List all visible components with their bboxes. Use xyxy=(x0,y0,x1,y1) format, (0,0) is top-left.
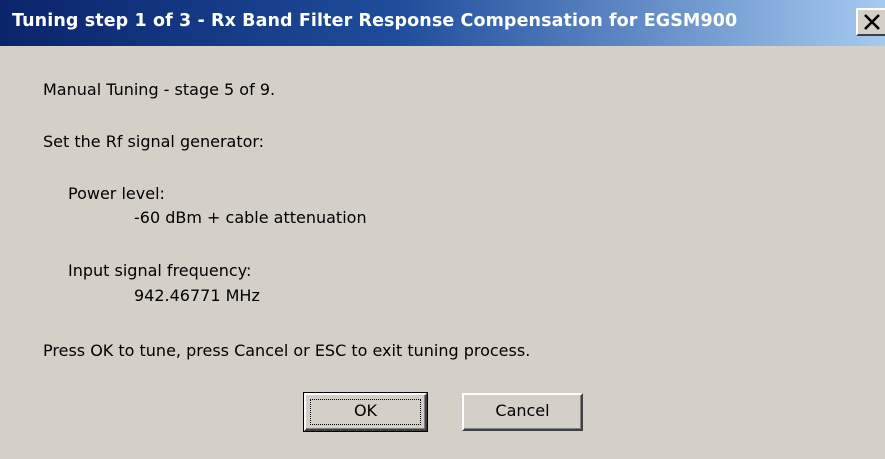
prompt-text: Press OK to tune, press Cancel or ESC to… xyxy=(43,341,531,360)
title-bar[interactable]: Tuning step 1 of 3 - Rx Band Filter Resp… xyxy=(0,0,885,46)
power-level-label: Power level: xyxy=(68,184,165,203)
close-icon xyxy=(864,14,880,30)
ok-button[interactable]: OK xyxy=(303,392,428,432)
instruction-text: Set the Rf signal generator: xyxy=(43,132,265,151)
cancel-button-label: Cancel xyxy=(495,401,550,420)
tuning-dialog: Tuning step 1 of 3 - Rx Band Filter Resp… xyxy=(0,0,885,459)
frequency-label: Input signal frequency: xyxy=(68,261,252,280)
close-button[interactable] xyxy=(856,8,885,36)
stage-text: Manual Tuning - stage 5 of 9. xyxy=(43,80,276,99)
focus-indicator xyxy=(310,399,421,425)
frequency-value: 942.46771 MHz xyxy=(134,286,260,305)
cancel-button[interactable]: Cancel xyxy=(462,393,583,431)
power-level-value: -60 dBm + cable attenuation xyxy=(134,208,367,227)
window-title: Tuning step 1 of 3 - Rx Band Filter Resp… xyxy=(12,11,738,31)
